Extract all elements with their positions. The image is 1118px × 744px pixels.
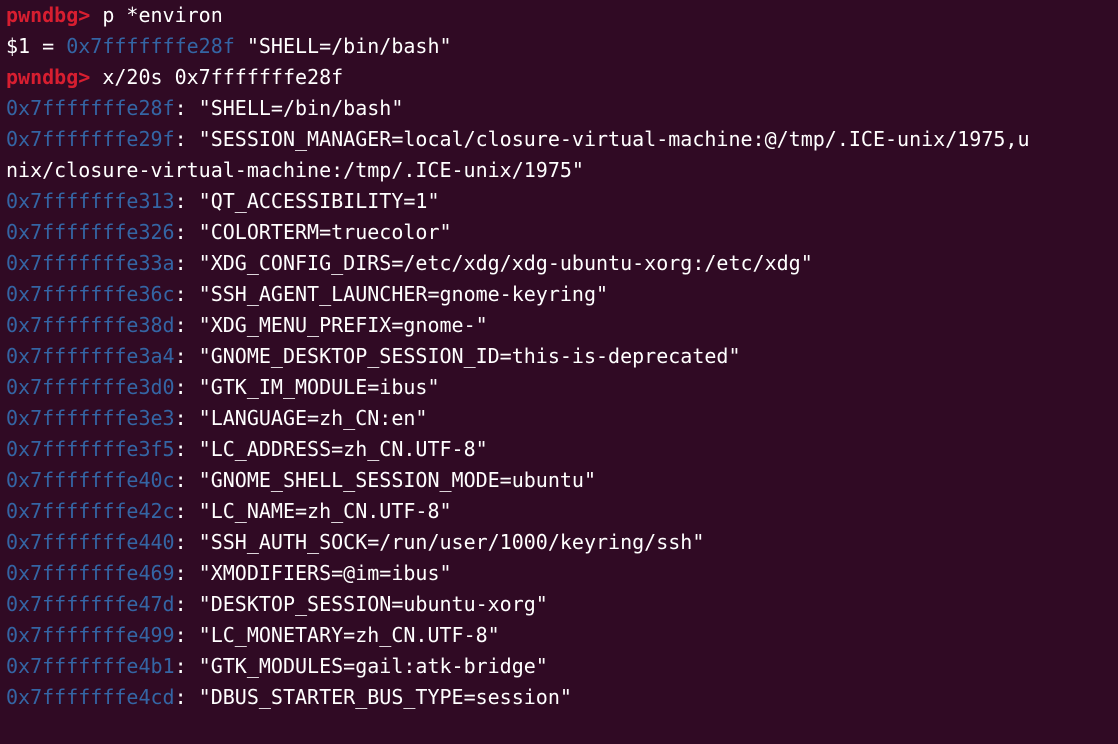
memory-address: 0x7fffffffe42c: [6, 499, 175, 523]
memory-string-line: 0x7fffffffe4b1: "GTK_MODULES=gail:atk-br…: [6, 651, 1118, 682]
memory-address: 0x7fffffffe36c: [6, 282, 175, 306]
string-value: : "XMODIFIERS=@im=ibus": [174, 561, 452, 585]
result-value: "SHELL=/bin/bash": [234, 34, 452, 58]
memory-address: 0x7fffffffe313: [6, 189, 175, 213]
command-line: pwndbg> x/20s 0x7fffffffe28f: [6, 62, 1118, 93]
gdb-prompt: pwndbg>: [6, 65, 103, 89]
memory-string-line: [6, 713, 1118, 744]
memory-address: 0x7fffffffe3a4: [6, 344, 175, 368]
memory-address: 0x7fffffffe38d: [6, 313, 175, 337]
string-value: : "SHELL=/bin/bash": [174, 96, 404, 120]
string-value: : "COLORTERM=truecolor": [174, 220, 452, 244]
memory-string-line: 0x7fffffffe38d: "XDG_MENU_PREFIX=gnome-": [6, 310, 1118, 341]
memory-address: 0x7fffffffe3e3: [6, 406, 175, 430]
command-line: pwndbg> p *environ: [6, 0, 1118, 31]
result-address: 0x7fffffffe28f: [66, 34, 235, 58]
memory-string-line: 0x7fffffffe28f: "SHELL=/bin/bash": [6, 93, 1118, 124]
memory-address: 0x7fffffffe469: [6, 561, 175, 585]
memory-string-line: 0x7fffffffe42c: "LC_NAME=zh_CN.UTF-8": [6, 496, 1118, 527]
string-value: : "LC_NAME=zh_CN.UTF-8": [174, 499, 452, 523]
memory-string-line: 0x7fffffffe3f5: "LC_ADDRESS=zh_CN.UTF-8": [6, 434, 1118, 465]
string-value: : "QT_ACCESSIBILITY=1": [174, 189, 440, 213]
string-value: nix/closure-virtual-machine:/tmp/.ICE-un…: [6, 158, 584, 182]
result-prefix: $1 =: [6, 34, 67, 58]
string-value: : "LANGUAGE=zh_CN:en": [174, 406, 428, 430]
string-value: : "XDG_MENU_PREFIX=gnome-": [174, 313, 488, 337]
string-value: : "LC_ADDRESS=zh_CN.UTF-8": [174, 437, 488, 461]
memory-address: 0x7fffffffe3d0: [6, 375, 175, 399]
memory-string-line: 0x7fffffffe33a: "XDG_CONFIG_DIRS=/etc/xd…: [6, 248, 1118, 279]
string-value: : "GNOME_SHELL_SESSION_MODE=ubuntu": [174, 468, 597, 492]
memory-string-line: 0x7fffffffe40c: "GNOME_SHELL_SESSION_MOD…: [6, 465, 1118, 496]
string-value: : "GTK_MODULES=gail:atk-bridge": [174, 654, 548, 678]
memory-string-line: 0x7fffffffe3a4: "GNOME_DESKTOP_SESSION_I…: [6, 341, 1118, 372]
memory-address: 0x7fffffffe28f: [6, 96, 175, 120]
memory-string-line: 0x7fffffffe3e3: "LANGUAGE=zh_CN:en": [6, 403, 1118, 434]
memory-string-continuation: nix/closure-virtual-machine:/tmp/.ICE-un…: [6, 155, 1118, 186]
string-value: : "DESKTOP_SESSION=ubuntu-xorg": [174, 592, 548, 616]
memory-string-line: 0x7fffffffe313: "QT_ACCESSIBILITY=1": [6, 186, 1118, 217]
memory-address: 0x7fffffffe33a: [6, 251, 175, 275]
memory-string-line: 0x7fffffffe440: "SSH_AUTH_SOCK=/run/user…: [6, 527, 1118, 558]
memory-string-line: 0x7fffffffe3d0: "GTK_IM_MODULE=ibus": [6, 372, 1118, 403]
memory-string-line: 0x7fffffffe29f: "SESSION_MANAGER=local/c…: [6, 124, 1118, 155]
memory-address: 0x7fffffffe326: [6, 220, 175, 244]
result-line: $1 = 0x7fffffffe28f "SHELL=/bin/bash": [6, 31, 1118, 62]
string-value: : "SSH_AUTH_SOCK=/run/user/1000/keyring/…: [174, 530, 705, 554]
memory-string-line: 0x7fffffffe47d: "DESKTOP_SESSION=ubuntu-…: [6, 589, 1118, 620]
string-value: : "SESSION_MANAGER=local/closure-virtual…: [174, 127, 1030, 151]
memory-address: 0x7fffffffe29f: [6, 127, 175, 151]
string-value: : "LC_MONETARY=zh_CN.UTF-8": [174, 623, 500, 647]
string-value: : "SSH_AGENT_LAUNCHER=gnome-keyring": [174, 282, 609, 306]
memory-string-line: 0x7fffffffe326: "COLORTERM=truecolor": [6, 217, 1118, 248]
terminal-output[interactable]: pwndbg> p *environ $1 = 0x7fffffffe28f "…: [0, 0, 1118, 714]
memory-address: 0x7fffffffe47d: [6, 592, 175, 616]
memory-address: 0x7fffffffe40c: [6, 468, 175, 492]
memory-address: 0x7fffffffe4cd: [6, 685, 175, 709]
string-value: : "XDG_CONFIG_DIRS=/etc/xdg/xdg-ubuntu-x…: [174, 251, 813, 275]
memory-address: 0x7fffffffe440: [6, 530, 175, 554]
memory-string-line: 0x7fffffffe4cd: "DBUS_STARTER_BUS_TYPE=s…: [6, 682, 1118, 713]
memory-address: 0x7fffffffe4b1: [6, 654, 175, 678]
command-text: x/20s 0x7fffffffe28f: [102, 65, 344, 89]
gdb-prompt: pwndbg>: [6, 3, 103, 27]
memory-string-line: 0x7fffffffe499: "LC_MONETARY=zh_CN.UTF-8…: [6, 620, 1118, 651]
memory-address: 0x7fffffffe499: [6, 623, 175, 647]
memory-address: 0x7fffffffe3f5: [6, 437, 175, 461]
memory-string-line: 0x7fffffffe36c: "SSH_AGENT_LAUNCHER=gnom…: [6, 279, 1118, 310]
string-value: : "GNOME_DESKTOP_SESSION_ID=this-is-depr…: [174, 344, 741, 368]
string-value: : "GTK_IM_MODULE=ibus": [174, 375, 440, 399]
memory-string-line: 0x7fffffffe469: "XMODIFIERS=@im=ibus": [6, 558, 1118, 589]
command-text: p *environ: [102, 3, 223, 27]
string-value: : "DBUS_STARTER_BUS_TYPE=session": [174, 685, 572, 709]
